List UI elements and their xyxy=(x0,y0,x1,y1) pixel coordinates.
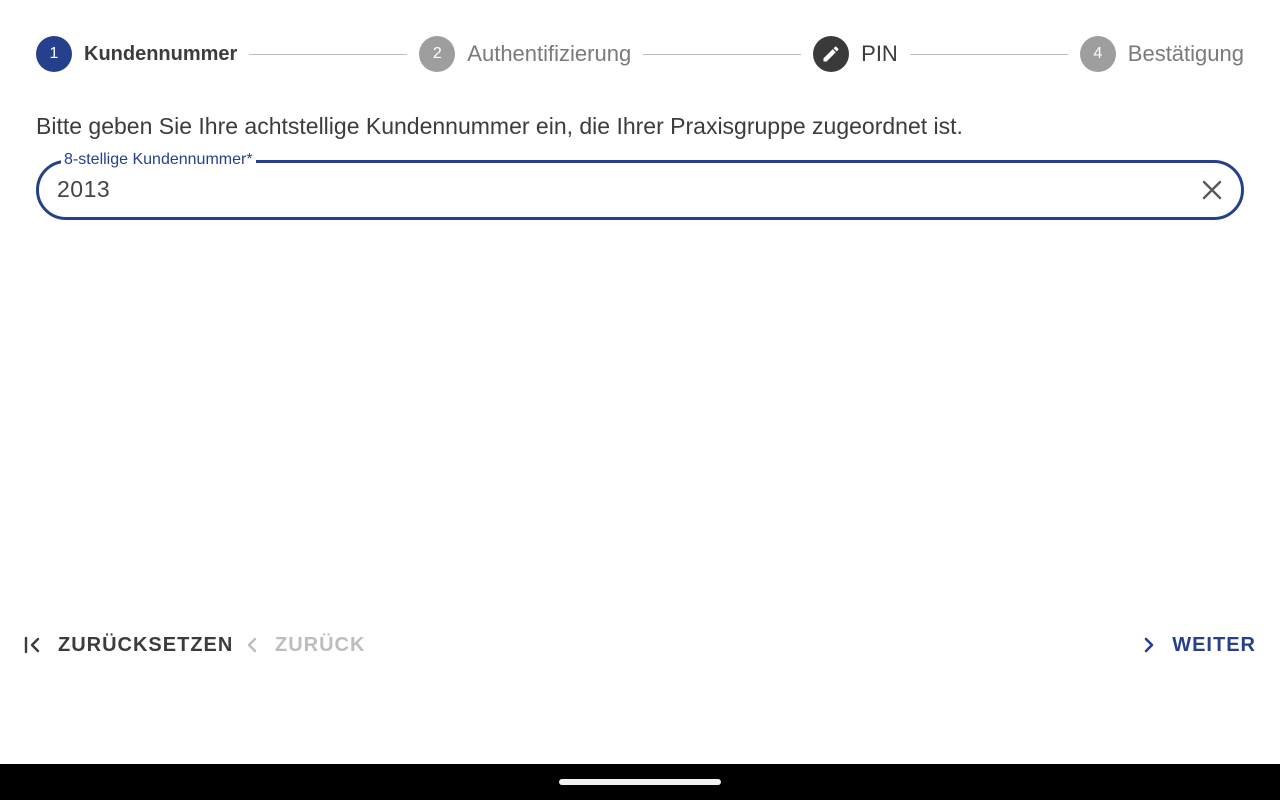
step-2-circle: 2 xyxy=(419,36,456,72)
step-1-label: Kundennummer xyxy=(84,42,238,65)
next-button[interactable]: WEITER xyxy=(1142,630,1256,660)
first-page-icon xyxy=(24,636,40,654)
step-kundennummer[interactable]: 1 Kundennummer xyxy=(36,36,237,72)
step-pin[interactable]: PIN xyxy=(813,36,898,72)
back-button[interactable]: ZURÜCK xyxy=(245,630,365,660)
stepper: 1 Kundennummer 2 Authentifizierung PIN 4 xyxy=(36,35,1244,73)
step-connector xyxy=(249,53,408,55)
step-3-circle xyxy=(813,36,850,72)
instruction-text: Bitte geben Sie Ihre achtstellige Kunden… xyxy=(36,113,963,139)
chevron-left-icon xyxy=(247,637,257,653)
step-4-label: Bestätigung xyxy=(1127,41,1244,66)
reset-button[interactable]: ZURÜCKSETZEN xyxy=(24,630,233,660)
step-2-label: Authentifizierung xyxy=(467,41,632,66)
chevron-right-icon xyxy=(1144,637,1154,653)
customer-number-label: 8-stellige Kundennummer* xyxy=(61,151,256,169)
page: 1 Kundennummer 2 Authentifizierung PIN 4 xyxy=(0,0,1280,800)
home-indicator[interactable] xyxy=(559,779,721,785)
close-icon xyxy=(1202,180,1222,200)
customer-number-input[interactable]: 2013 xyxy=(57,176,110,203)
step-4-circle: 4 xyxy=(1079,36,1116,72)
pencil-icon xyxy=(823,46,839,62)
reset-button-label: ZURÜCKSETZEN xyxy=(58,633,234,656)
step-bestaetigung[interactable]: 4 Bestätigung xyxy=(1079,36,1244,72)
system-navigation-bar xyxy=(0,764,1280,800)
back-button-label: ZURÜCK xyxy=(275,633,366,656)
step-4-number: 4 xyxy=(1093,45,1103,62)
step-authentifizierung[interactable]: 2 Authentifizierung xyxy=(419,36,631,72)
step-3-label: PIN xyxy=(861,41,898,66)
step-2-number: 2 xyxy=(432,45,442,62)
step-1-number: 1 xyxy=(49,45,59,62)
step-connector xyxy=(643,53,802,55)
clear-button[interactable] xyxy=(1199,177,1225,203)
step-1-circle: 1 xyxy=(36,36,72,72)
step-connector xyxy=(909,53,1068,55)
customer-number-field[interactable]: 8-stellige Kundennummer* 2013 xyxy=(36,151,1244,220)
next-button-label: WEITER xyxy=(1172,633,1256,656)
